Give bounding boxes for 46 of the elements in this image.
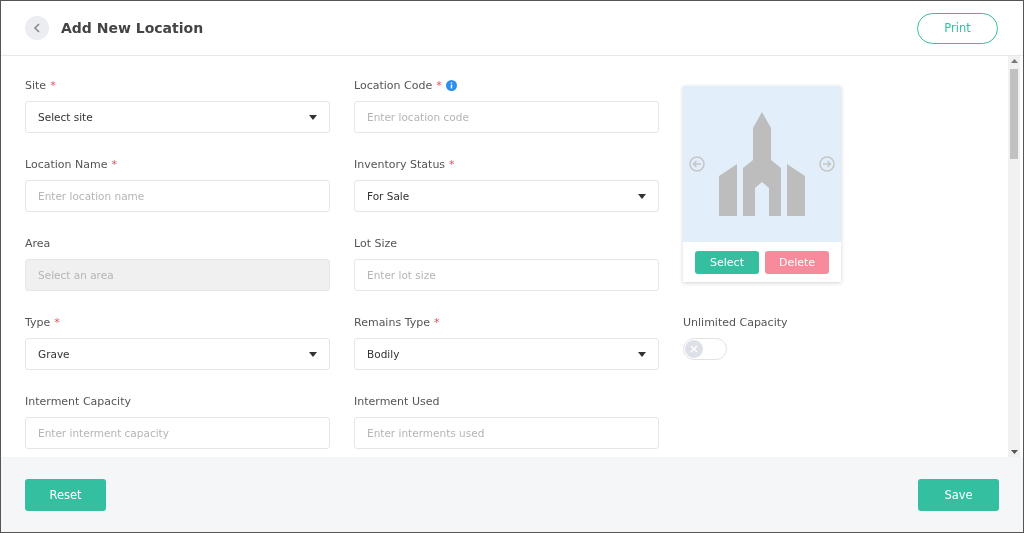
chevron-left-icon (33, 23, 41, 33)
caret-icon (309, 114, 317, 120)
print-button[interactable]: Print (917, 12, 998, 44)
select-field[interactable]: Grave (25, 338, 330, 370)
caret-icon (309, 351, 317, 357)
toggle-switch[interactable] (683, 338, 727, 360)
required-mark: * (111, 158, 117, 171)
field-label: Lot Size (354, 237, 398, 250)
reset-button[interactable]: Reset (25, 478, 106, 511)
save-button[interactable]: Save (918, 478, 999, 511)
required-mark: * (433, 316, 440, 329)
field-label: Type (25, 316, 51, 329)
select-field[interactable]: For Sale (354, 180, 659, 212)
required-mark: * (449, 158, 455, 171)
required-mark: * (50, 79, 56, 92)
scrollbar[interactable] (1008, 56, 1020, 457)
church-icon (719, 112, 805, 216)
field-label: Remains Type (354, 316, 430, 329)
select-field[interactable]: Select site (25, 101, 330, 133)
text-field[interactable]: Enter location name (25, 180, 330, 212)
text-field[interactable]: Enter location code (354, 101, 659, 133)
field-label: Inventory Status (354, 158, 446, 171)
required-mark: * (436, 79, 442, 92)
field-label: Location Code (354, 79, 433, 92)
back-button[interactable] (25, 16, 49, 40)
close-icon (690, 345, 698, 353)
field-label: Location Name (25, 158, 108, 171)
required-mark: * (54, 316, 60, 329)
field-label: Interment Capacity (25, 395, 131, 408)
scroll-down-icon[interactable] (1010, 450, 1018, 454)
field-label: Site (25, 79, 47, 92)
scroll-up-icon[interactable] (1010, 59, 1018, 63)
field-label: Unlimited Capacity (683, 316, 788, 329)
text-field[interactable]: Enter interment capacity (25, 417, 330, 449)
page-title: Add New Location (61, 20, 205, 36)
field-label: Interment Used (354, 395, 440, 408)
field-label: Area (25, 237, 51, 250)
select-button[interactable]: Select (695, 250, 759, 274)
caret-icon (638, 193, 646, 199)
text-field[interactable]: Enter lot size (354, 259, 659, 291)
delete-button[interactable]: Delete (765, 250, 829, 274)
scrollbar-thumb[interactable] (1010, 69, 1018, 159)
caret-icon (638, 351, 646, 357)
info-icon[interactable] (445, 80, 457, 91)
select-field[interactable]: Bodily (354, 338, 659, 370)
text-field[interactable]: Enter interments used (354, 417, 659, 449)
